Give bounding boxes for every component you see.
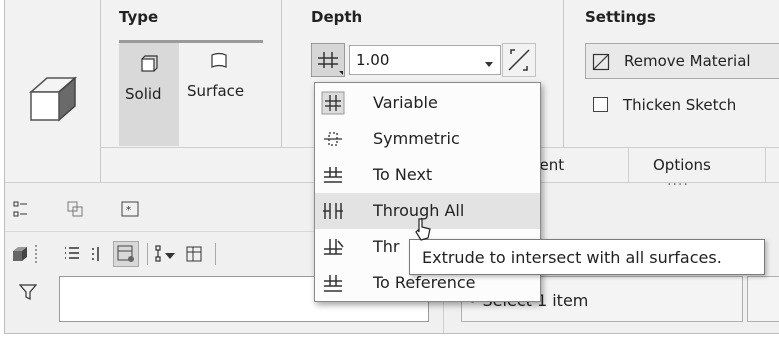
surface-button[interactable]: Surface <box>181 40 263 146</box>
depth-option-button[interactable] <box>311 43 345 77</box>
depth-group-title: Depth <box>311 8 363 26</box>
menu-item-label: To Next <box>373 165 433 184</box>
to-next-icon <box>321 163 345 187</box>
variable-depth-icon <box>318 52 343 75</box>
app-frame: Type Solid Surface Depth 1.00 Settings R… <box>4 0 779 334</box>
menu-item-to-next[interactable]: To Next <box>315 157 540 193</box>
depth-value-combo[interactable]: 1.00 <box>349 45 501 75</box>
settings-table-icon[interactable] <box>185 245 203 263</box>
menu-item-label: To Reference <box>373 273 476 292</box>
surface-icon <box>209 52 229 70</box>
tree-filter-icon[interactable] <box>155 245 177 263</box>
remove-material-label: Remove Material <box>624 52 751 70</box>
toolbar-separator <box>147 243 148 265</box>
menu-item-symmetric[interactable]: Symmetric <box>315 121 540 157</box>
columns-icon[interactable] <box>89 245 107 263</box>
tooltip: Extrude to intersect with all surfaces. <box>409 239 765 275</box>
remove-material-icon <box>592 53 610 71</box>
favorites-icon[interactable]: * <box>121 201 139 217</box>
show-tree-icon[interactable] <box>63 245 81 263</box>
solid-icon <box>140 55 158 73</box>
part-icon[interactable] <box>11 245 29 263</box>
mouse-cursor-icon <box>413 218 433 244</box>
display-settings-icon <box>117 245 134 262</box>
menu-item-label: Variable <box>373 93 438 112</box>
through-all-icon <box>321 199 345 223</box>
tooltip-text: Extrude to intersect with all surfaces. <box>422 248 722 267</box>
svg-text:*: * <box>126 205 131 216</box>
filter-icon <box>18 283 38 301</box>
layer-tree-icon[interactable] <box>67 201 83 217</box>
thicken-sketch-label: Thicken Sketch <box>623 96 737 114</box>
variable-depth-icon <box>321 91 345 115</box>
tab-separator <box>765 148 766 182</box>
tab-options[interactable]: Options <box>653 156 711 174</box>
depth-value: 1.00 <box>356 51 390 69</box>
extrude-feature-icon <box>25 68 81 124</box>
tab-separator <box>628 148 629 182</box>
model-tree-icon[interactable] <box>13 201 29 217</box>
surface-label: Surface <box>187 82 245 100</box>
chevron-down-icon[interactable] <box>484 54 494 67</box>
display-settings-button[interactable] <box>113 241 139 267</box>
remove-material-button[interactable]: Remove Material <box>585 43 779 79</box>
ribbon-separator <box>281 0 282 147</box>
grip-dots <box>35 245 37 263</box>
collector-edge <box>747 276 779 322</box>
drag-handle-dots[interactable]: .... <box>667 173 689 189</box>
menu-item-label: Thr <box>373 237 400 256</box>
menu-item-variable[interactable]: Variable <box>315 85 540 121</box>
tree-toolbar <box>5 239 315 271</box>
type-group-title: Type <box>119 8 159 26</box>
toolbar-separator <box>215 243 216 265</box>
menu-item-label: Symmetric <box>373 129 460 148</box>
thicken-sketch-checkbox[interactable] <box>593 97 608 112</box>
solid-button[interactable]: Solid <box>119 40 179 146</box>
through-until-icon <box>321 235 345 259</box>
ribbon-separator <box>563 0 564 147</box>
flip-direction-icon <box>508 49 530 71</box>
to-reference-icon <box>321 271 345 295</box>
flip-direction-button[interactable] <box>502 43 536 77</box>
solid-label: Solid <box>125 85 162 103</box>
symmetric-depth-icon <box>321 127 345 151</box>
settings-group-title: Settings <box>585 8 656 26</box>
